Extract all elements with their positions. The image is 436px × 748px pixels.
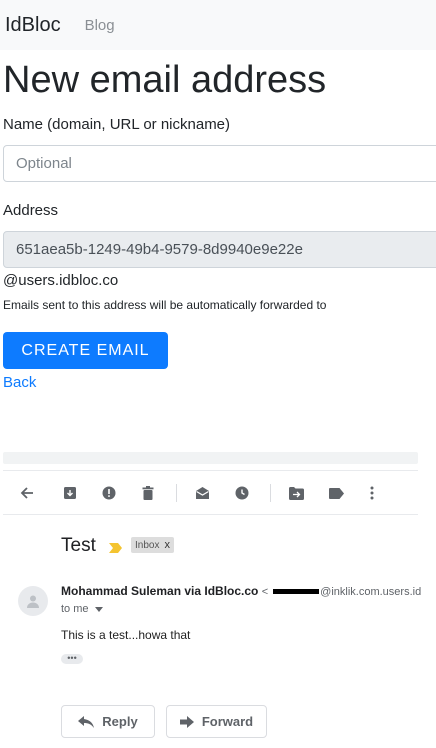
sender-address: @inklik.com.users.id: [320, 586, 422, 598]
address-label: Address: [3, 202, 59, 219]
toolbar-separator: [270, 484, 271, 502]
divider: [3, 514, 418, 515]
sender-address-prefix: <: [261, 586, 269, 598]
recipient-line[interactable]: to me: [61, 603, 103, 615]
address-value: 651aea5b-1249-49b4-9579-8d9940e9e22e: [16, 241, 303, 258]
person-icon: [27, 595, 39, 608]
reply-button[interactable]: Reply: [61, 705, 155, 738]
name-input-placeholder: Optional: [16, 155, 72, 172]
domain-suffix: @users.idbloc.co: [3, 272, 119, 289]
page-title: New email address: [3, 59, 327, 101]
name-input[interactable]: Optional: [3, 145, 436, 182]
sender-line: Mohammad Suleman via IdBloc.co < @inklik.…: [61, 584, 421, 598]
divider: [3, 470, 418, 471]
navbar: IdBloc Blog: [0, 0, 436, 50]
to-me-text: to me: [61, 603, 89, 615]
name-label: Name (domain, URL or nickname): [3, 116, 231, 133]
back-arrow-icon[interactable]: [19, 485, 35, 501]
label-tag-icon[interactable]: [328, 485, 344, 501]
caret-down-icon: [94, 607, 103, 612]
create-email-button[interactable]: CREATE EMAIL: [3, 332, 168, 369]
report-spam-icon[interactable]: [101, 485, 117, 501]
archive-icon[interactable]: [62, 485, 78, 501]
show-trimmed-content-icon[interactable]: •••: [61, 654, 83, 664]
back-link[interactable]: Back: [3, 374, 36, 391]
snooze-clock-icon[interactable]: [234, 485, 250, 501]
mail-toolbar: [0, 478, 436, 508]
reply-label: Reply: [102, 714, 138, 729]
sender-name: Mohammad Suleman via IdBloc.co: [61, 584, 259, 598]
toolbar-separator: [176, 484, 177, 502]
forward-note: Emails sent to this address will be auto…: [3, 298, 327, 312]
brand-link[interactable]: IdBloc: [5, 14, 61, 37]
avatar: [18, 586, 48, 616]
move-to-icon[interactable]: [288, 485, 304, 501]
forward-icon: [179, 715, 194, 728]
redaction-bar: [273, 589, 320, 595]
mark-unread-icon[interactable]: [194, 485, 210, 501]
address-field[interactable]: 651aea5b-1249-49b4-9579-8d9940e9e22e: [3, 231, 436, 268]
nav-blog-link[interactable]: Blog: [85, 17, 115, 34]
inbox-label-text: Inbox: [135, 539, 160, 551]
forward-button[interactable]: Forward: [166, 705, 267, 738]
inbox-label-badge: Inbox x: [131, 537, 174, 553]
remove-label-icon[interactable]: x: [164, 539, 170, 551]
forward-label: Forward: [201, 714, 254, 729]
more-vert-icon[interactable]: [364, 485, 380, 501]
email-body: This is a test...howa that: [61, 628, 191, 642]
email-subject: Test: [61, 535, 96, 556]
scrollbar: [3, 452, 418, 464]
delete-icon[interactable]: [140, 485, 156, 501]
reply-icon: [78, 715, 95, 728]
importance-marker-icon[interactable]: [109, 540, 122, 558]
